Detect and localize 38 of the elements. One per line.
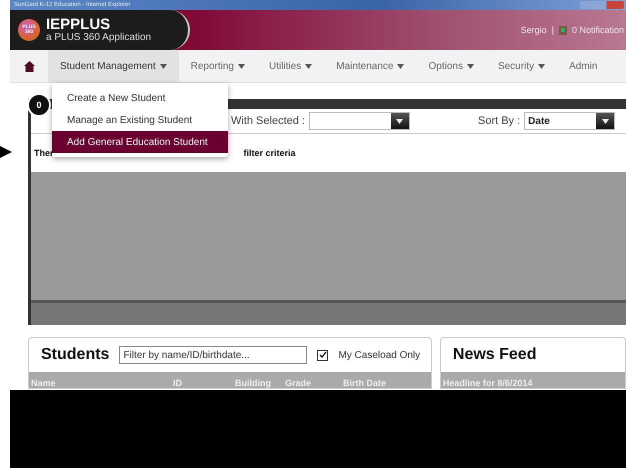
menu-item[interactable]: Manage an Existing Student [52, 109, 228, 131]
nav-menu[interactable]: Maintenance [324, 50, 416, 82]
card-title: Students [41, 346, 110, 364]
action-select[interactable] [308, 112, 410, 130]
card-title: News Feed [452, 346, 536, 364]
home-icon[interactable] [24, 60, 34, 72]
user-name[interactable]: Sergio [520, 25, 547, 35]
menu-item[interactable]: Add General Education Student [52, 131, 228, 153]
nav-menu[interactable]: Student Management [48, 50, 179, 82]
separator: | [552, 25, 554, 35]
caret-icon [396, 118, 404, 124]
headline-text: Headline for 8/6/2014 [442, 379, 534, 388]
flag-icon [558, 26, 567, 34]
caret-icon [602, 118, 609, 124]
column-header: ID [172, 379, 183, 388]
message-text: Ther [34, 148, 54, 158]
column-header: Birth Date [342, 379, 388, 388]
nav-menu[interactable]: Security [486, 50, 558, 82]
column-header: Grade [284, 379, 312, 388]
app-subtitle: a PLUS 360 Application [46, 32, 152, 43]
nav-menu[interactable]: Reporting [178, 50, 257, 82]
nav-menu[interactable]: Admin [557, 50, 610, 82]
message-text: filter criteria [244, 148, 296, 158]
sort-by-label: Sort By : [478, 115, 520, 127]
app-name: IEPPLUS [46, 17, 110, 32]
count-badge: 0 [27, 93, 51, 117]
pointer-arrow-icon [0, 146, 12, 158]
column-header: Name [30, 379, 57, 388]
menu-item[interactable]: Create a New Student [52, 87, 228, 109]
filter-field[interactable]: Filter by name/ID/birthdate... [119, 346, 308, 364]
nav-menu[interactable]: Utilities [256, 50, 324, 82]
with-selected-label: With Selected : [231, 115, 305, 127]
column-header: Building [234, 379, 272, 388]
sort-select[interactable]: Date [524, 112, 616, 130]
caseload-checkbox[interactable] [317, 350, 328, 360]
notifications-link[interactable]: 0 Notification [572, 25, 624, 35]
nav-menu[interactable]: Options [416, 50, 486, 82]
caseload-label: My Caseload Only [338, 350, 420, 360]
